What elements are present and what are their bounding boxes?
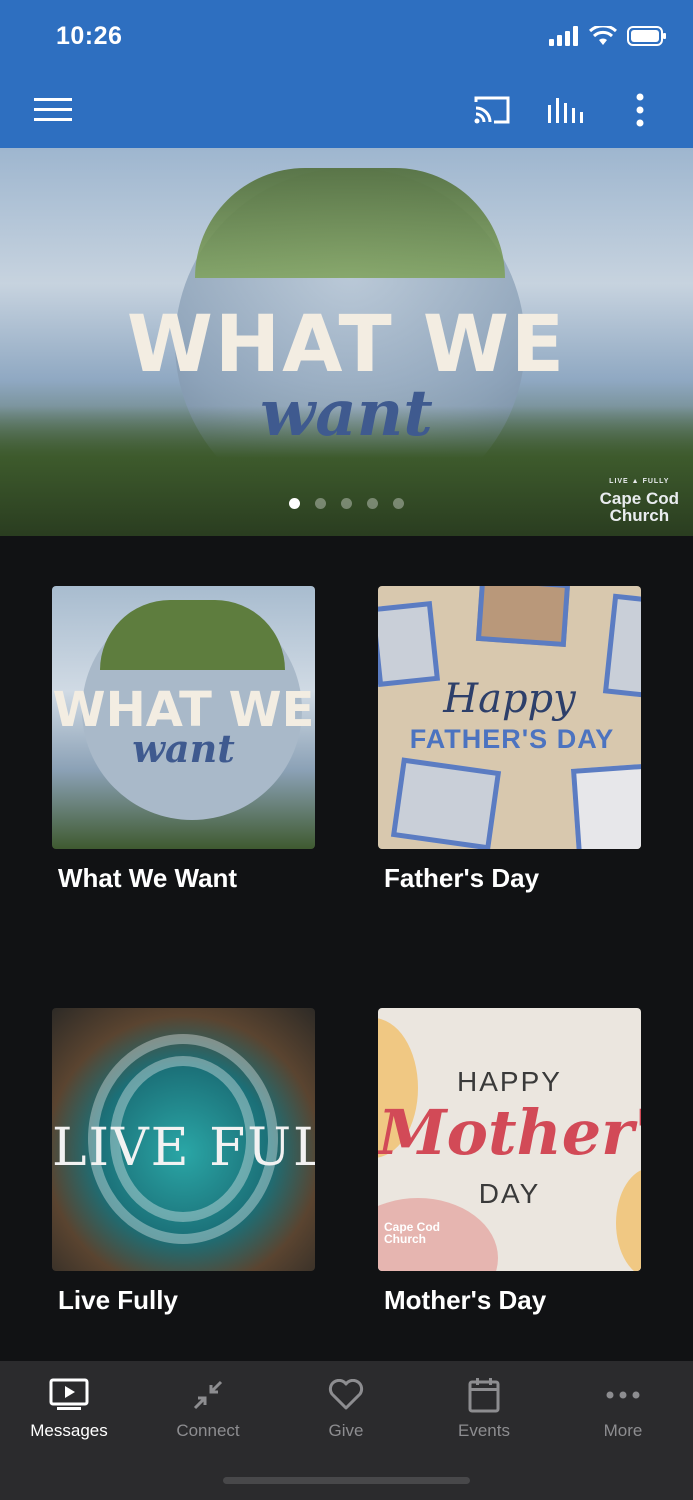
arrows-in-icon — [193, 1380, 223, 1410]
tab-messages[interactable]: Messages — [0, 1375, 138, 1441]
thumbnail-script: Mother's — [378, 1096, 641, 1169]
thumbnail-title: LIVE FULLY — [52, 1118, 315, 1178]
carousel-dot[interactable] — [393, 498, 404, 509]
calendar-icon — [468, 1378, 500, 1413]
tab-label: Events — [458, 1421, 510, 1440]
hero-script-title: want — [260, 376, 433, 451]
thumbnail-logo: Cape Cod Church — [384, 1220, 441, 1246]
status-time: 10:26 — [56, 22, 123, 50]
tab-label: Connect — [176, 1421, 240, 1440]
heart-icon — [328, 1379, 364, 1410]
thumbnail-script: Happy — [443, 676, 576, 722]
series-thumbnail: Happy FATHER'S DAY — [378, 586, 641, 849]
thumbnail-top-text: HAPPY — [457, 1066, 562, 1097]
series-card-what-we-want[interactable]: WHAT WE want What We Want — [52, 586, 315, 894]
carousel-indicator — [0, 498, 693, 509]
thumbnail-title: FATHER'S DAY — [409, 724, 615, 754]
thumbnail-script: want — [132, 726, 235, 771]
tab-label: Messages — [30, 1421, 108, 1440]
audio-bars-icon — [548, 98, 583, 123]
home-indicator[interactable] — [223, 1477, 470, 1484]
cast-icon — [474, 96, 510, 124]
hero-art-trees — [195, 168, 505, 278]
series-thumbnail: LIVE FULLY — [52, 1008, 315, 1271]
status-icons — [549, 26, 667, 46]
hero-carousel[interactable]: WHAT WE want LIVE ▲ FULLY Cape Cod Churc… — [0, 148, 693, 536]
cast-button[interactable] — [470, 88, 514, 132]
tv-play-icon — [49, 1378, 89, 1410]
carousel-dot[interactable] — [367, 498, 378, 509]
more-vertical-icon — [636, 93, 644, 127]
overflow-menu-button[interactable] — [618, 88, 662, 132]
series-title: Live Fully — [58, 1285, 178, 1315]
menu-button[interactable] — [31, 88, 75, 132]
tab-label: Give — [328, 1421, 364, 1440]
series-card-live-fully[interactable]: LIVE FULLY Live Fully — [52, 1008, 315, 1316]
carousel-dot[interactable] — [341, 498, 352, 509]
series-title: What We Want — [58, 863, 238, 893]
signal-icon — [549, 26, 578, 46]
series-thumbnail: WHAT WE want — [52, 586, 315, 849]
tab-events[interactable]: Events — [415, 1375, 553, 1441]
app-header: 10:26 — [0, 0, 693, 148]
audio-button[interactable] — [544, 88, 588, 132]
tab-more[interactable]: More — [554, 1375, 692, 1441]
tab-label: More — [603, 1421, 643, 1440]
carousel-dot[interactable] — [289, 498, 300, 509]
battery-icon — [627, 26, 666, 46]
series-title: Mother's Day — [384, 1285, 547, 1315]
series-thumbnail: HAPPY Mother's DAY Cape Cod Church — [378, 1008, 641, 1271]
series-title: Father's Day — [384, 863, 540, 893]
tab-connect[interactable]: Connect — [139, 1375, 277, 1441]
tab-give[interactable]: Give — [277, 1375, 415, 1441]
thumbnail-bottom-text: DAY — [478, 1178, 541, 1209]
carousel-dot[interactable] — [315, 498, 326, 509]
wifi-icon — [589, 26, 617, 45]
more-horizontal-icon — [606, 1391, 640, 1399]
series-card-mothers-day[interactable]: HAPPY Mother's DAY Cape Cod Church Mothe… — [378, 1008, 641, 1316]
series-card-fathers-day[interactable]: Happy FATHER'S DAY Father's Day — [378, 586, 641, 894]
hamburger-menu-icon — [34, 98, 72, 121]
